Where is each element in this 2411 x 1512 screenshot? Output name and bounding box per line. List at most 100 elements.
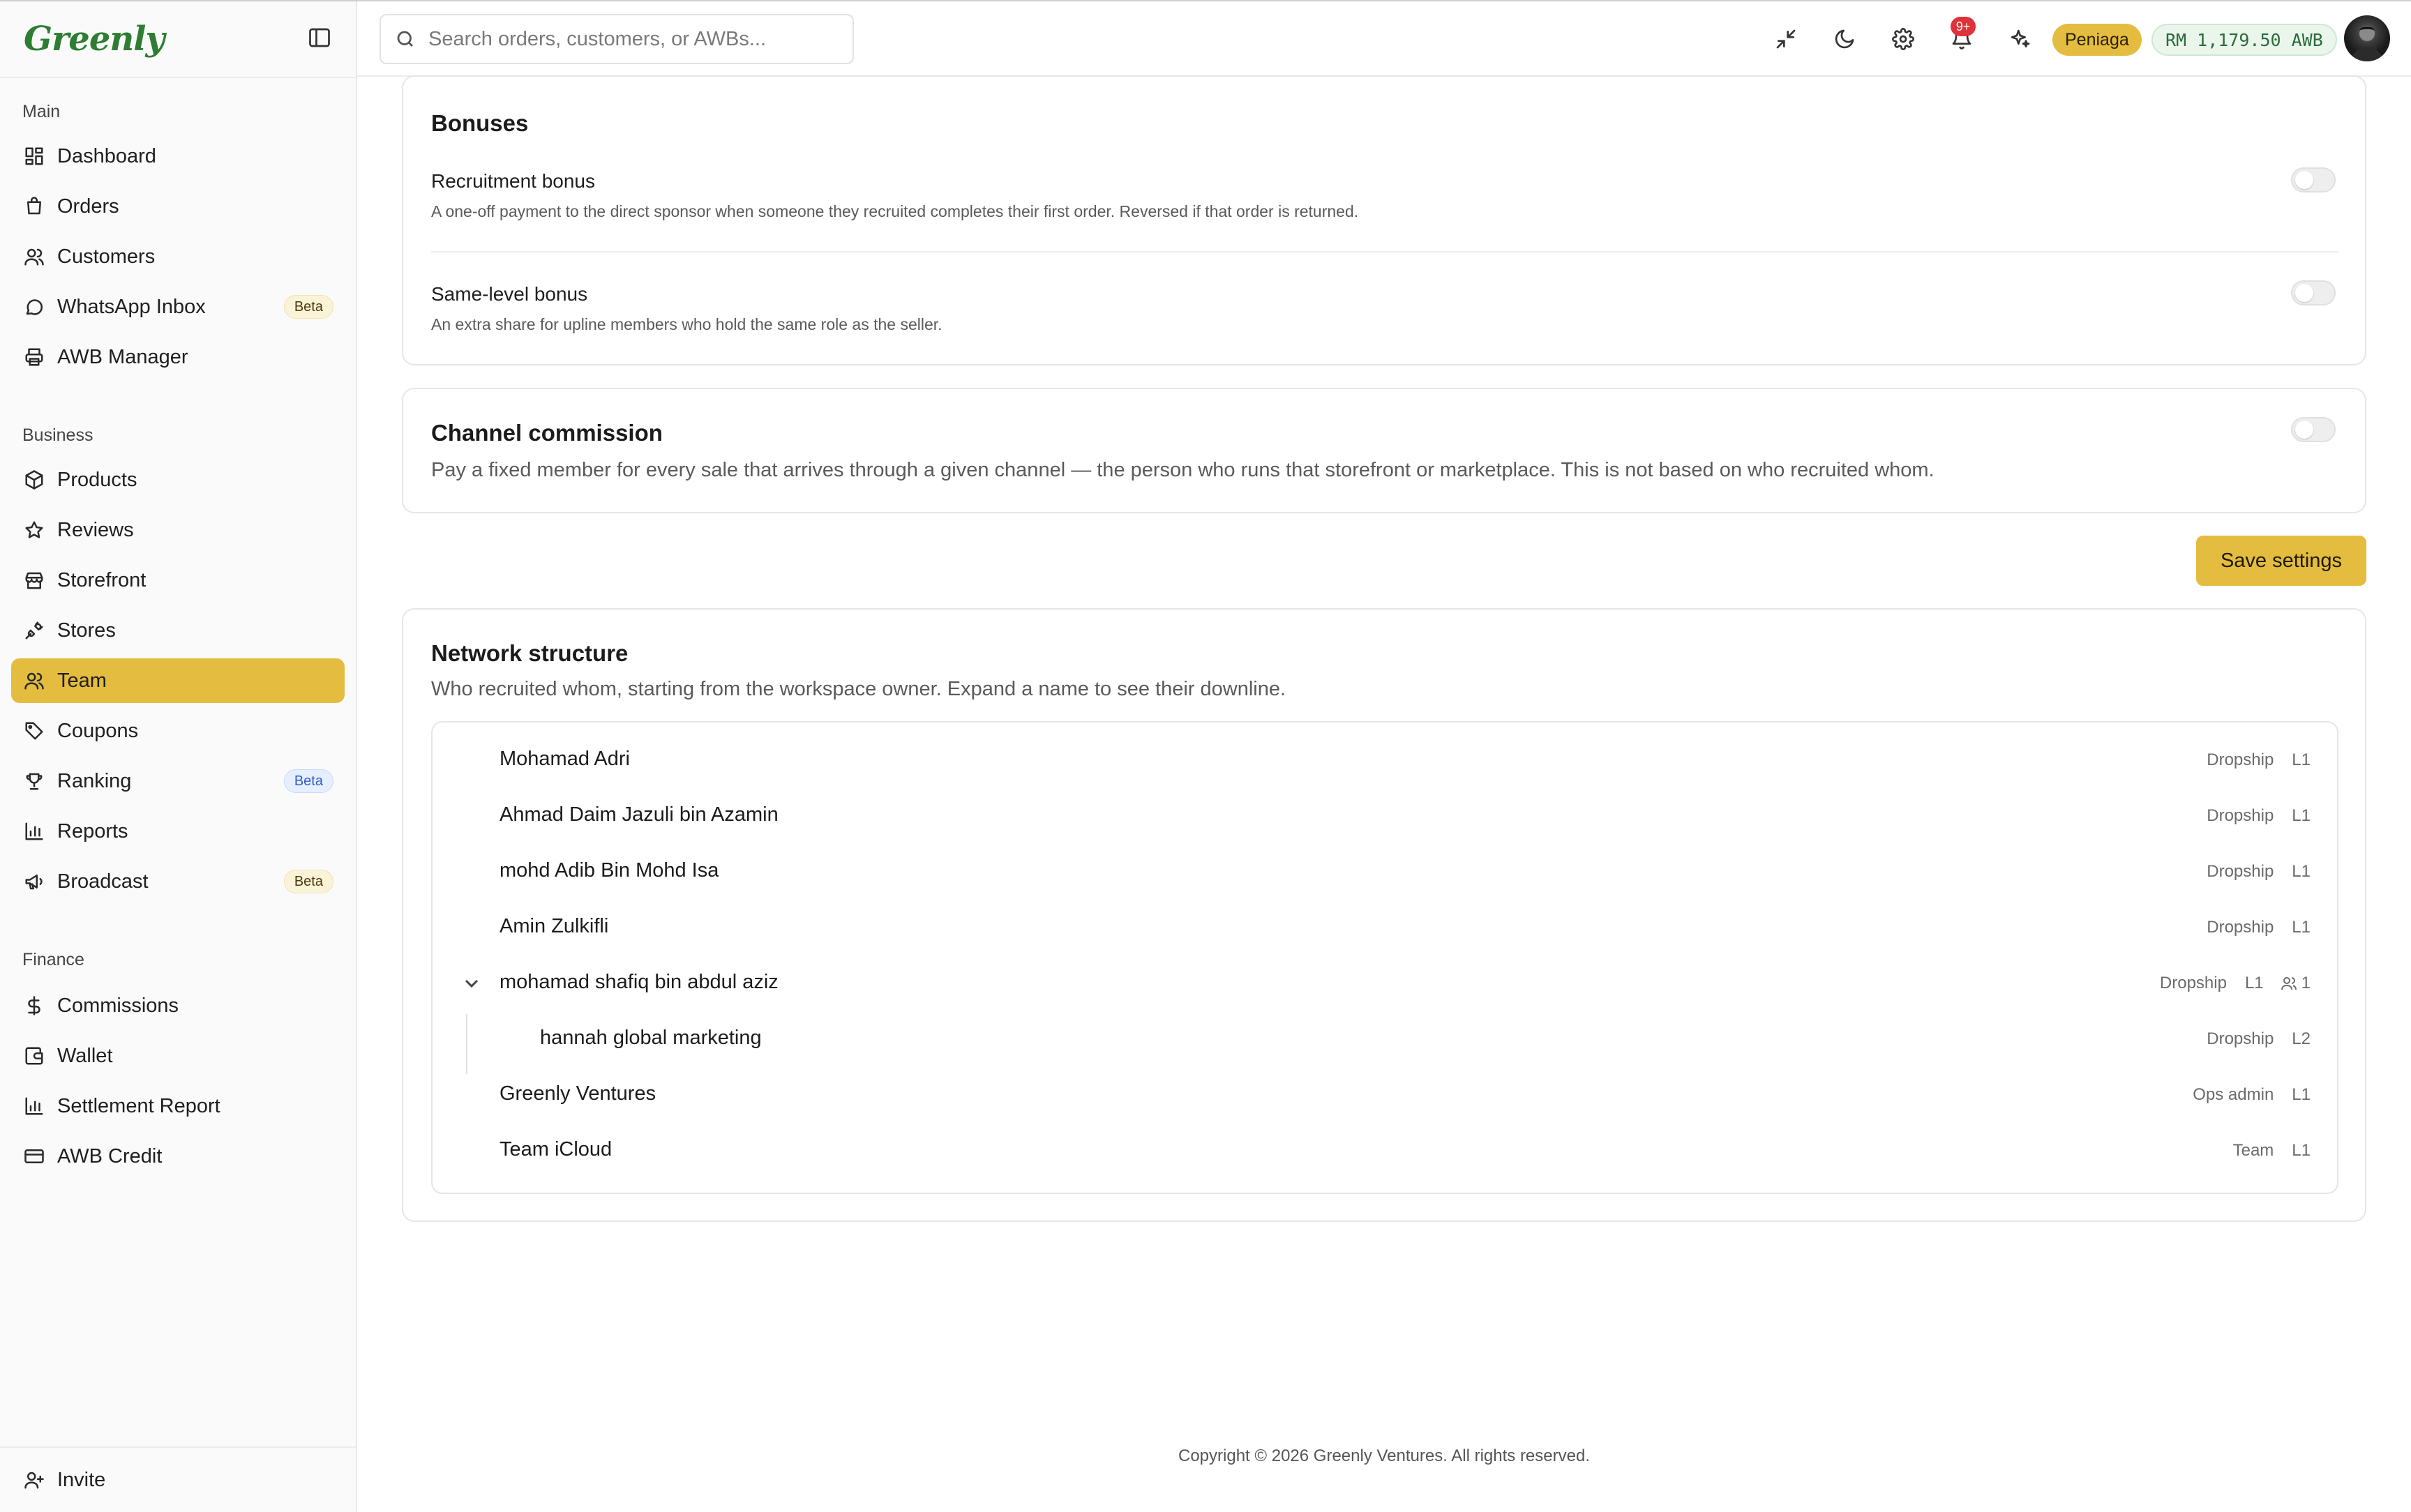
moon-icon[interactable] xyxy=(1831,25,1858,53)
channel-commission-card: Channel commission Pay a fixed member fo… xyxy=(402,388,2366,513)
sidebar-item-label: Broadcast xyxy=(57,870,149,893)
tree-row[interactable]: Ahmad Daim Jazuli bin Azamin Dropship L1 xyxy=(433,788,2337,844)
users-icon xyxy=(22,669,46,693)
sidebar-item-label: Reviews xyxy=(57,518,134,541)
sidebar-toggle-icon[interactable] xyxy=(307,25,332,50)
tree-row[interactable]: Amin Zulkifli Dropship L1 xyxy=(433,900,2337,955)
search-box[interactable] xyxy=(380,14,854,64)
member-level: L1 xyxy=(2292,862,2311,881)
top-bar: 9+ Peniaga RM 1,179.50 AWB xyxy=(357,1,2411,77)
tree-row[interactable]: Greenly Ventures Ops admin L1 xyxy=(433,1067,2337,1123)
search-input[interactable] xyxy=(428,27,833,51)
sidebar-item-products[interactable]: Products xyxy=(11,458,345,502)
member-role: Dropship xyxy=(2207,1029,2274,1048)
brand-logo[interactable]: Greenly xyxy=(24,17,165,61)
sidebar-item-label: Ranking xyxy=(57,769,132,792)
member-name: Team iCloud xyxy=(500,1138,613,1161)
sidebar-item-label: Coupons xyxy=(57,719,139,742)
member-name: Ahmad Daim Jazuli bin Azamin xyxy=(500,803,779,826)
tree-row[interactable]: mohd Adib Bin Mohd Isa Dropship L1 xyxy=(433,844,2337,900)
sidebar-item-awb-manager[interactable]: AWB Manager xyxy=(11,335,345,379)
dollar-icon xyxy=(22,994,46,1018)
recruitment-bonus-toggle[interactable] xyxy=(2291,167,2336,192)
sidebar-item-stores[interactable]: Stores xyxy=(11,608,345,653)
tag-icon xyxy=(22,719,46,743)
sidebar-item-reports[interactable]: Reports xyxy=(11,809,345,854)
network-structure-subtitle: Who recruited whom, starting from the wo… xyxy=(431,678,1286,700)
same-level-bonus-title: Same-level bonus xyxy=(431,283,588,305)
bonuses-title: Bonuses xyxy=(431,110,529,136)
sidebar-item-team[interactable]: Team xyxy=(11,658,345,703)
member-name: Mohamad Adri xyxy=(500,748,630,770)
member-name: mohamad shafiq bin abdul aziz xyxy=(500,971,779,993)
notification-badge: 9+ xyxy=(1951,17,1976,36)
sidebar-item-commissions[interactable]: Commissions xyxy=(11,983,345,1028)
sidebar-item-label: Storefront xyxy=(57,568,147,591)
nav-section-finance: Finance xyxy=(22,950,84,969)
sparkles-icon[interactable] xyxy=(2006,25,2034,53)
sidebar-item-label: Commissions xyxy=(57,994,179,1017)
member-level: L1 xyxy=(2292,750,2311,769)
tree-row[interactable]: Team iCloud Team L1 xyxy=(433,1123,2337,1179)
avatar[interactable] xyxy=(2344,15,2390,61)
channel-commission-desc: Pay a fixed member for every sale that a… xyxy=(431,459,1935,481)
invite-label: Invite xyxy=(57,1468,106,1491)
beta-badge: Beta xyxy=(283,295,333,319)
sidebar-item-coupons[interactable]: Coupons xyxy=(11,709,345,753)
sidebar-item-customers[interactable]: Customers xyxy=(11,234,345,279)
sidebar-item-dashboard[interactable]: Dashboard xyxy=(11,134,345,179)
sidebar-item-label: AWB Credit xyxy=(57,1144,163,1167)
sidebar-item-label: Dashboard xyxy=(57,144,156,167)
credit-card-icon xyxy=(22,1144,46,1168)
tree-row[interactable]: mohamad shafiq bin abdul aziz Dropship L… xyxy=(433,955,2337,1011)
member-role: Dropship xyxy=(2207,750,2274,769)
sidebar-item-awb-credit[interactable]: AWB Credit xyxy=(11,1134,345,1179)
tree-row-child[interactable]: hannah global marketing Dropship L2 xyxy=(433,1011,2337,1067)
network-structure-title: Network structure xyxy=(431,640,629,666)
channel-commission-title: Channel commission xyxy=(431,420,663,446)
sidebar-item-reviews[interactable]: Reviews xyxy=(11,508,345,552)
bonuses-card: Bonuses Recruitment bonus A one-off paym… xyxy=(402,75,2366,365)
member-name: Greenly Ventures xyxy=(500,1082,656,1105)
network-structure-card: Network structure Who recruited whom, st… xyxy=(402,608,2366,1222)
star-icon xyxy=(22,518,46,542)
brand-name: Greenly xyxy=(24,20,165,59)
member-name: Amin Zulkifli xyxy=(500,915,609,937)
plan-badge[interactable]: Peniaga xyxy=(2052,24,2142,56)
sidebar-item-ranking[interactable]: Ranking Beta xyxy=(11,759,345,803)
sidebar-item-label: Team xyxy=(57,669,107,692)
sidebar-item-whatsapp-inbox[interactable]: WhatsApp Inbox Beta xyxy=(11,285,345,329)
gear-icon[interactable] xyxy=(1889,25,1917,53)
invite-button[interactable]: Invite xyxy=(11,1458,345,1502)
box-icon xyxy=(22,468,46,492)
save-settings-button[interactable]: Save settings xyxy=(2196,536,2366,586)
chevron-down-icon[interactable] xyxy=(460,972,483,995)
wallet-icon xyxy=(22,1044,46,1068)
member-role: Dropship xyxy=(2159,974,2227,992)
member-level: L1 xyxy=(2292,1141,2311,1160)
sidebar: Greenly Main Dashboard Orders Customers … xyxy=(0,1,357,1512)
member-name: hannah global marketing xyxy=(540,1027,762,1049)
sidebar-item-wallet[interactable]: Wallet xyxy=(11,1034,345,1078)
beta-badge: Beta xyxy=(283,870,333,893)
sidebar-item-storefront[interactable]: Storefront xyxy=(11,558,345,603)
recruitment-bonus-desc: A one-off payment to the direct sponsor … xyxy=(431,202,1359,220)
sidebar-item-broadcast[interactable]: Broadcast Beta xyxy=(11,859,345,904)
network-tree: Mohamad Adri Dropship L1 Ahmad Daim Jazul… xyxy=(431,721,2338,1194)
channel-commission-toggle[interactable] xyxy=(2291,417,2336,442)
collapse-icon[interactable] xyxy=(1772,25,1800,53)
member-level: L1 xyxy=(2292,806,2311,825)
tree-row[interactable]: Mohamad Adri Dropship L1 xyxy=(433,732,2337,788)
nav-section-main: Main xyxy=(22,102,61,121)
sidebar-item-orders[interactable]: Orders xyxy=(11,184,345,229)
sidebar-item-label: Wallet xyxy=(57,1044,113,1067)
same-level-bonus-toggle[interactable] xyxy=(2291,280,2336,305)
sidebar-item-settlement-report[interactable]: Settlement Report xyxy=(11,1084,345,1128)
awb-balance-badge[interactable]: RM 1,179.50 AWB xyxy=(2151,24,2337,56)
orders-icon xyxy=(22,195,46,218)
sidebar-item-label: Orders xyxy=(57,195,119,218)
member-level: L1 xyxy=(2292,918,2311,937)
megaphone-icon xyxy=(22,870,46,893)
sidebar-item-label: Stores xyxy=(57,619,116,642)
member-level: L1 xyxy=(2244,974,2264,992)
